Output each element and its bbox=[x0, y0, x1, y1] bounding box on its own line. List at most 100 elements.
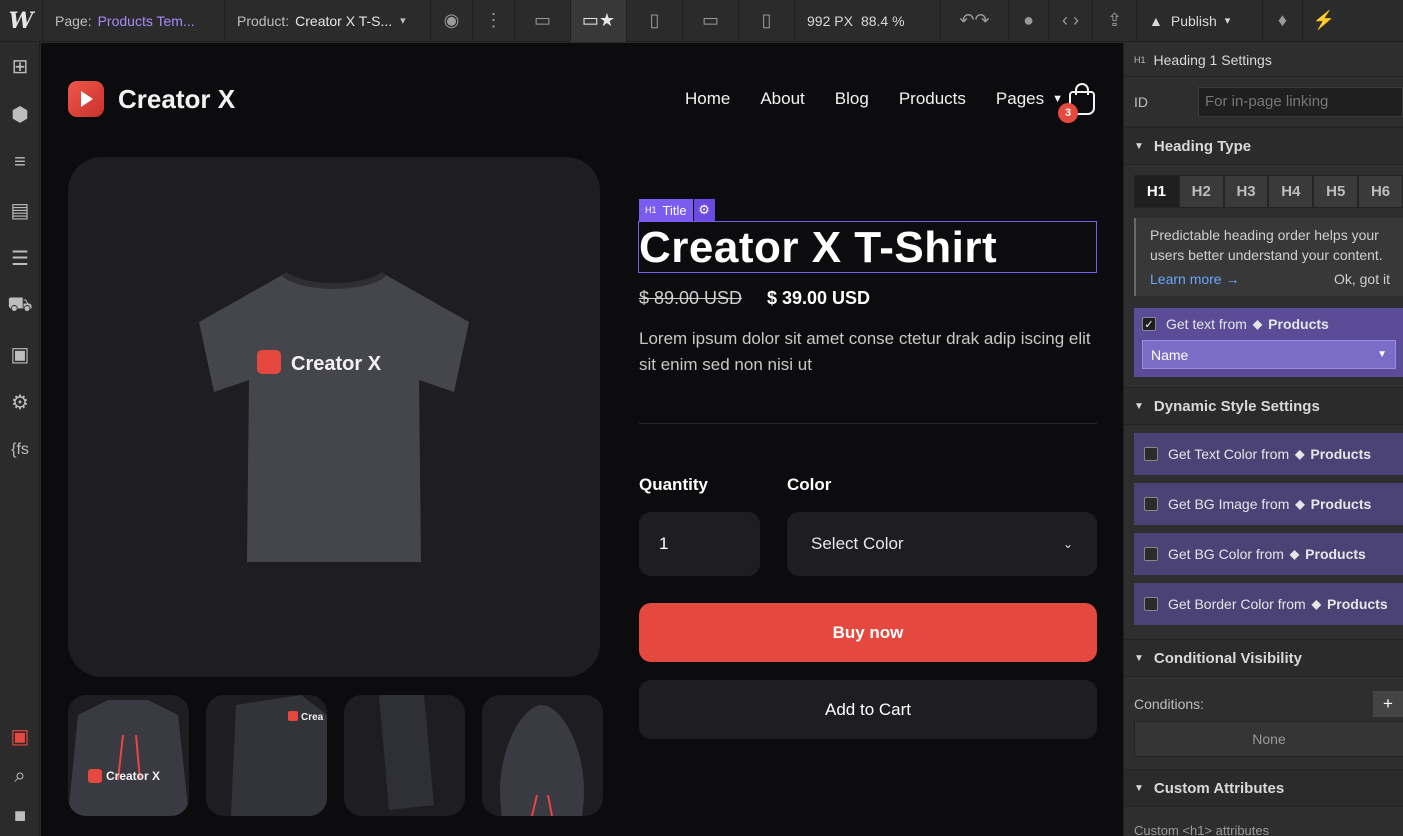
tab-h1[interactable]: H1 bbox=[1134, 175, 1179, 208]
tab-h6[interactable]: H6 bbox=[1358, 175, 1403, 208]
hood-image bbox=[500, 705, 584, 816]
cart-button[interactable]: 3 bbox=[1058, 81, 1097, 123]
old-price: $ 89.00 USD bbox=[639, 288, 743, 308]
selected-element-name: Title bbox=[662, 202, 687, 218]
product-main-image[interactable]: Creator X bbox=[68, 157, 600, 677]
ecommerce-icon[interactable]: ⛟ bbox=[0, 282, 40, 330]
tab-h4[interactable]: H4 bbox=[1268, 175, 1314, 208]
dynamic-style-section[interactable]: ▼ Dynamic Style Settings bbox=[1124, 387, 1403, 425]
thumbnail-gallery: Creator X Crea bbox=[68, 695, 620, 816]
field-select[interactable]: Name ▼ bbox=[1142, 340, 1396, 369]
selected-element-tag[interactable]: H1 Title ⚙ bbox=[639, 199, 715, 221]
components-icon[interactable]: ⬢ bbox=[0, 90, 40, 138]
dynamic-option-row: Get Text Color from ◆ Products bbox=[1144, 446, 1371, 462]
record-icon[interactable]: ▣ bbox=[0, 716, 40, 756]
id-input[interactable]: For in-page linking bbox=[1198, 86, 1403, 117]
nav-products[interactable]: Products bbox=[899, 89, 966, 109]
share-icon[interactable]: ⇪ bbox=[1092, 0, 1136, 42]
heading-type-section[interactable]: ▼ Heading Type bbox=[1124, 127, 1403, 165]
chevron-down-icon: ▾ bbox=[400, 15, 406, 27]
thumbnail-4[interactable] bbox=[482, 695, 603, 816]
thumbnail-3[interactable] bbox=[344, 695, 465, 816]
webflow-logo-icon[interactable]: W bbox=[0, 0, 42, 42]
add-condition-button[interactable]: + bbox=[1373, 691, 1403, 717]
bg-image-checkbox[interactable] bbox=[1144, 497, 1158, 511]
canvas-width: 992 PX bbox=[807, 12, 853, 29]
color-label: Color bbox=[787, 475, 832, 494]
text-color-label: Get Text Color from bbox=[1168, 446, 1290, 462]
code-export-icon[interactable]: ‹ › bbox=[1048, 0, 1092, 42]
pages-icon[interactable]: ▤ bbox=[0, 186, 40, 234]
bg-image-label: Get BG Image from bbox=[1168, 496, 1290, 512]
dynamic-option-bg-image: Get BG Image from ◆ Products bbox=[1134, 483, 1403, 525]
page-selector[interactable]: Page: Products Tem... bbox=[42, 0, 224, 42]
design-canvas[interactable]: Creator X Home About Blog Products Pages… bbox=[41, 43, 1123, 836]
learn-more-link[interactable]: Learn more → bbox=[1150, 269, 1239, 289]
publish-button[interactable]: ▲ Publish ▾ bbox=[1136, 0, 1262, 42]
border-color-checkbox[interactable] bbox=[1144, 597, 1158, 611]
custom-attributes-section[interactable]: ▼ Custom Attributes bbox=[1124, 769, 1403, 807]
buy-now-button[interactable]: Buy now bbox=[639, 603, 1097, 662]
chevron-down-icon: ⌄ bbox=[1062, 537, 1073, 551]
brand[interactable]: Creator X bbox=[68, 81, 235, 117]
conditional-visibility-section[interactable]: ▼ Conditional Visibility bbox=[1124, 639, 1403, 677]
nav-pages[interactable]: Pages ▼ bbox=[996, 89, 1063, 109]
more-vertical-icon[interactable]: ⋮ bbox=[472, 0, 514, 42]
quantity-input[interactable]: 1 bbox=[639, 512, 760, 576]
element-settings-gear-icon[interactable]: ⚙ bbox=[693, 199, 715, 221]
landscape-breakpoint-icon[interactable]: ▭ bbox=[682, 0, 738, 42]
dynamic-option-row: Get BG Color from ◆ Products bbox=[1144, 546, 1366, 562]
finsweet-icon[interactable]: {fs bbox=[0, 426, 40, 474]
settings-gear-icon[interactable]: ⚙ bbox=[0, 378, 40, 426]
dynamic-option-row: Get Border Color from ◆ Products bbox=[1144, 596, 1388, 612]
search-icon[interactable]: ⌕ bbox=[0, 756, 40, 796]
selected-element-prefix: H1 bbox=[645, 205, 657, 215]
nav-about[interactable]: About bbox=[760, 89, 804, 109]
brand-name: Creator X bbox=[118, 83, 236, 114]
text-color-checkbox[interactable] bbox=[1144, 447, 1158, 461]
sleeve-image bbox=[379, 695, 434, 810]
heading-type-title: Heading Type bbox=[1153, 137, 1252, 155]
tab-h5[interactable]: H5 bbox=[1313, 175, 1359, 208]
nav-home[interactable]: Home bbox=[685, 89, 730, 109]
ok-got-it-button[interactable]: Ok, got it bbox=[1334, 269, 1390, 289]
collapse-triangle-icon: ▼ bbox=[1134, 652, 1144, 664]
preview-eye-icon[interactable]: ◉ bbox=[430, 0, 472, 42]
custom-attributes-title: Custom Attributes bbox=[1153, 779, 1285, 797]
undo-redo-icon[interactable]: ↶↷ bbox=[940, 0, 1008, 42]
mobile-breakpoint-icon[interactable]: ▯ bbox=[738, 0, 794, 42]
desktop-breakpoint-icon[interactable]: ▭ bbox=[514, 0, 570, 42]
get-text-checkbox[interactable]: ✓ bbox=[1142, 317, 1156, 331]
thumb-logo-text: Creator X bbox=[106, 769, 160, 783]
product-title[interactable]: Creator X T-Shirt bbox=[639, 223, 997, 273]
lightning-icon[interactable]: ⚡ bbox=[1302, 0, 1345, 42]
drops-icon[interactable]: ♦ bbox=[1262, 0, 1302, 42]
dynamic-option-border-color: Get Border Color from ◆ Products bbox=[1134, 583, 1403, 625]
product-selector[interactable]: Product: Creator X T-S... ▾ bbox=[224, 0, 430, 42]
video-icon[interactable]: ■ bbox=[0, 796, 40, 836]
navigator-icon[interactable]: ≡ bbox=[0, 138, 40, 186]
product-description: Lorem ipsum dolor sit amet conse ctetur … bbox=[639, 329, 1091, 374]
bg-color-checkbox[interactable] bbox=[1144, 547, 1158, 561]
base-breakpoint-icon[interactable]: ▭★ bbox=[570, 0, 626, 42]
add-to-cart-button[interactable]: Add to Cart bbox=[639, 680, 1097, 739]
add-element-icon[interactable]: ⊞ bbox=[0, 42, 40, 90]
tag-icon: ◆ bbox=[1311, 597, 1321, 611]
comments-icon[interactable]: ● bbox=[1008, 0, 1048, 42]
bg-color-label: Get BG Color from bbox=[1168, 546, 1284, 562]
collapse-triangle-icon: ▼ bbox=[1134, 782, 1144, 794]
nav-blog[interactable]: Blog bbox=[835, 89, 869, 109]
cms-icon[interactable]: ☰ bbox=[0, 234, 40, 282]
assets-icon[interactable]: ▣ bbox=[0, 330, 40, 378]
thumbnail-1[interactable]: Creator X bbox=[68, 695, 189, 816]
tab-h3[interactable]: H3 bbox=[1223, 175, 1269, 208]
get-text-box: ✓ Get text from ◆ Products Name ▼ bbox=[1134, 308, 1403, 377]
tablet-breakpoint-icon[interactable]: ▯ bbox=[626, 0, 682, 42]
chevron-down-icon: ▾ bbox=[1224, 15, 1231, 27]
selected-element-label: H1 Title bbox=[639, 199, 693, 221]
tag-icon: ◆ bbox=[1295, 497, 1305, 511]
color-select[interactable]: Select Color ⌄ bbox=[787, 512, 1097, 576]
product-value: Creator X T-S... bbox=[295, 12, 393, 29]
thumbnail-2[interactable]: Crea bbox=[206, 695, 327, 816]
tab-h2[interactable]: H2 bbox=[1178, 175, 1224, 208]
